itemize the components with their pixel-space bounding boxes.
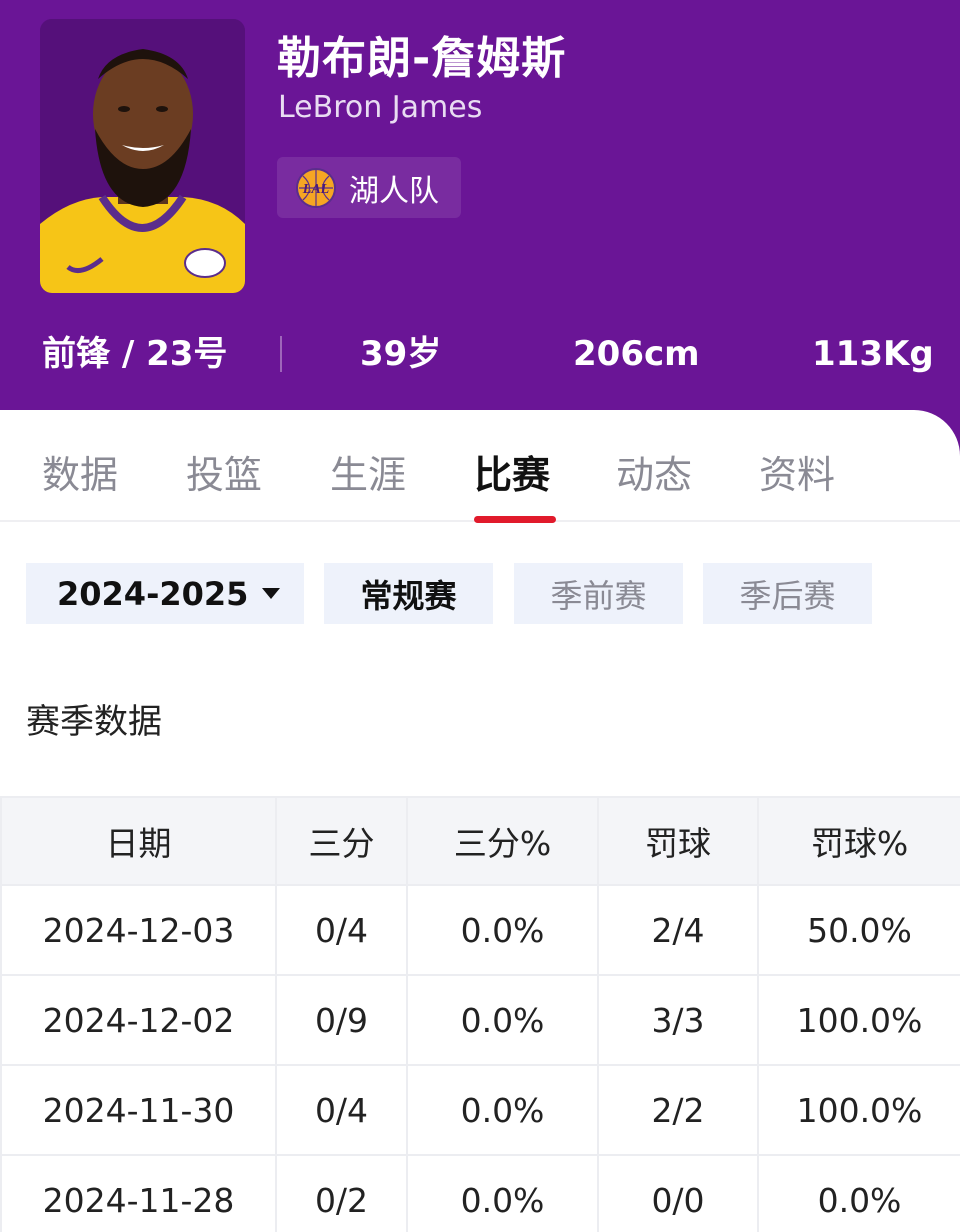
- info-divider: [280, 336, 282, 372]
- content-panel: 数据 投篮 生涯 比赛 动态 资料 2024-2025 常规赛 季前赛 季后赛 …: [0, 410, 960, 1232]
- tab-data[interactable]: 数据: [42, 444, 118, 499]
- header-free-throw-pct: 罚球%: [757, 796, 960, 886]
- cell-date: 2024-11-30: [0, 1064, 277, 1156]
- cell-three-pct: 0.0%: [406, 974, 599, 1066]
- position-number: 前锋 / 23号: [42, 334, 228, 374]
- tab-profile[interactable]: 资料: [759, 444, 835, 499]
- cell-free-throw-pct: 0.0%: [757, 1154, 960, 1232]
- player-photo: [40, 19, 245, 293]
- cell-three-pct: 0.0%: [406, 1154, 599, 1232]
- cell-free-throw-pct: 100.0%: [757, 1064, 960, 1156]
- cell-date: 2024-12-03: [0, 884, 277, 976]
- team-badge[interactable]: LAL 湖人队: [277, 157, 461, 218]
- cell-date: 2024-11-28: [0, 1154, 277, 1232]
- filter-playoffs[interactable]: 季后赛: [703, 563, 872, 624]
- season-stats-table: 日期 三分 三分% 罚球 罚球% 2024-12-03 0/4 0.0% 2/4…: [0, 796, 960, 1232]
- tab-career[interactable]: 生涯: [330, 444, 406, 499]
- player-info-row: 前锋 / 23号 39岁 206cm 113Kg: [0, 326, 960, 382]
- header-three-pct: 三分%: [406, 796, 599, 886]
- lakers-logo-icon: LAL: [296, 167, 336, 208]
- cell-threes: 0/4: [275, 1064, 408, 1156]
- table-header-row: 日期 三分 三分% 罚球 罚球%: [0, 796, 960, 886]
- filter-preseason[interactable]: 季前赛: [514, 563, 683, 624]
- season-select-value: 2024-2025: [57, 574, 249, 613]
- filter-regular-season[interactable]: 常规赛: [324, 563, 493, 624]
- cell-three-pct: 0.0%: [406, 1064, 599, 1156]
- header-date: 日期: [0, 796, 277, 886]
- cell-threes: 0/4: [275, 884, 408, 976]
- cell-free-throws: 2/4: [597, 884, 759, 976]
- cell-free-throws: 0/0: [597, 1154, 759, 1232]
- table-row[interactable]: 2024-12-02 0/9 0.0% 3/3 100.0%: [0, 974, 960, 1066]
- tab-games[interactable]: 比赛: [474, 444, 550, 499]
- cell-three-pct: 0.0%: [406, 884, 599, 976]
- caret-down-icon: [262, 588, 281, 599]
- team-name: 湖人队: [349, 173, 439, 209]
- player-height: 206cm: [573, 334, 700, 374]
- section-title: 赛季数据: [26, 702, 162, 742]
- cell-free-throws: 2/2: [597, 1064, 759, 1156]
- header-free-throws: 罚球: [597, 796, 759, 886]
- table-row[interactable]: 2024-12-03 0/4 0.0% 2/4 50.0%: [0, 884, 960, 976]
- player-name-cn: 勒布朗-詹姆斯: [277, 33, 567, 84]
- player-name-en: LeBron James: [278, 90, 483, 125]
- player-weight: 113Kg: [812, 334, 934, 374]
- active-tab-indicator: [474, 516, 556, 523]
- svg-text:LAL: LAL: [302, 182, 329, 197]
- player-header: 勒布朗-詹姆斯 LeBron James LAL 湖人队 前锋 / 23号 39…: [0, 0, 960, 460]
- tab-shooting[interactable]: 投篮: [186, 444, 262, 499]
- table-row[interactable]: 2024-11-28 0/2 0.0% 0/0 0.0%: [0, 1154, 960, 1232]
- cell-date: 2024-12-02: [0, 974, 277, 1066]
- cell-threes: 0/2: [275, 1154, 408, 1232]
- tab-news[interactable]: 动态: [616, 444, 692, 499]
- cell-free-throw-pct: 50.0%: [757, 884, 960, 976]
- table-row[interactable]: 2024-11-30 0/4 0.0% 2/2 100.0%: [0, 1064, 960, 1156]
- player-portrait: [40, 19, 245, 293]
- header-threes: 三分: [275, 796, 408, 886]
- tab-bar: 数据 投篮 生涯 比赛 动态 资料: [0, 410, 960, 523]
- cell-free-throws: 3/3: [597, 974, 759, 1066]
- player-age: 39岁: [360, 334, 442, 374]
- cell-threes: 0/9: [275, 974, 408, 1066]
- season-select[interactable]: 2024-2025: [26, 563, 304, 624]
- cell-free-throw-pct: 100.0%: [757, 974, 960, 1066]
